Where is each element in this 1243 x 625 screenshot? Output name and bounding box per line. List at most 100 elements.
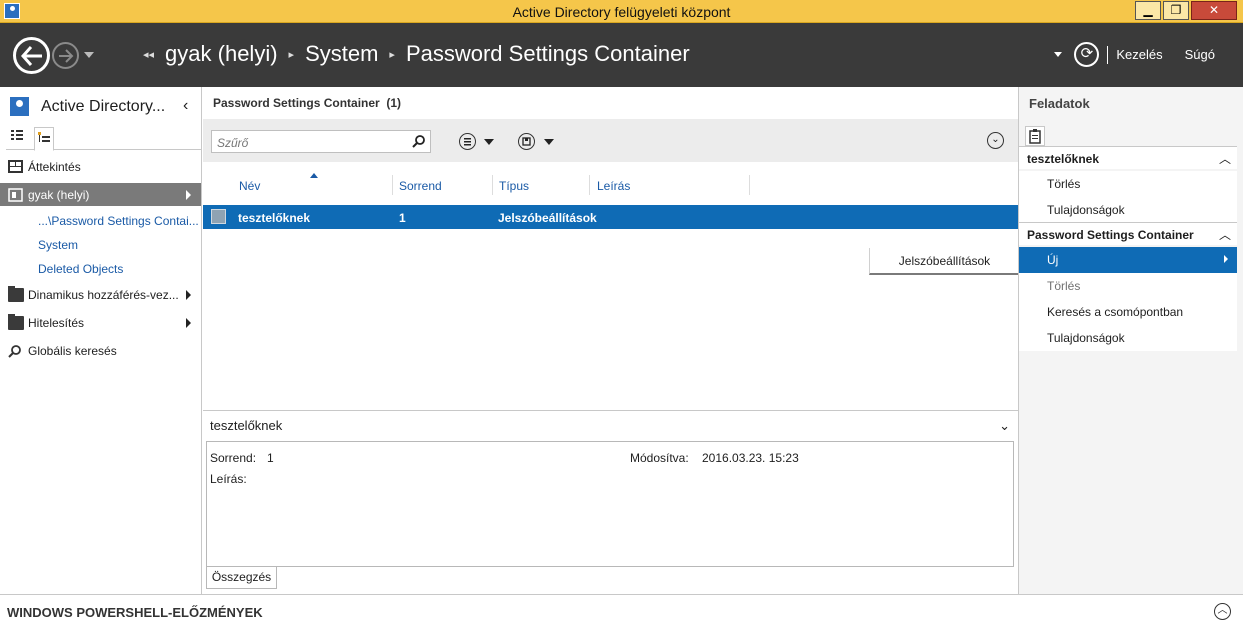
filter-input[interactable]: Szűrő xyxy=(211,130,431,153)
list-options-icon xyxy=(464,138,471,146)
collapse-section-icon[interactable]: ︿ xyxy=(1219,226,1231,243)
sidebar-item-overview[interactable]: Áttekintés xyxy=(0,155,201,178)
sort-ascending-icon xyxy=(310,173,318,178)
column-header-name[interactable]: Név xyxy=(239,179,260,193)
description-label: Leírás: xyxy=(210,472,247,486)
task-properties-container[interactable]: Tulajdonságok xyxy=(1019,325,1237,351)
tasks-title: Feladatok xyxy=(1029,96,1090,111)
cell-type: Jelszóbeállítások xyxy=(498,211,597,225)
column-header-type[interactable]: Típus xyxy=(499,179,529,193)
chevron-down-icon[interactable] xyxy=(484,139,494,145)
tab-summary[interactable]: Összegzés xyxy=(206,567,277,589)
column-divider[interactable] xyxy=(589,175,590,195)
context-menu-item-password-settings[interactable]: Jelszóbeállítások xyxy=(869,248,1019,275)
minimize-button[interactable]: ▁ xyxy=(1135,1,1161,20)
collapse-section-icon[interactable]: ︿ xyxy=(1219,150,1231,167)
expand-query-button[interactable]: ⌄ xyxy=(987,132,1004,149)
list-view-tab[interactable] xyxy=(10,128,30,148)
sidebar-item-label: Hitelesítés xyxy=(28,315,85,330)
order-value: 1 xyxy=(267,451,274,465)
help-menu[interactable]: Súgó xyxy=(1185,47,1215,62)
folder-icon xyxy=(8,313,24,330)
tasks-section-container[interactable]: Password Settings Container ︿ xyxy=(1019,222,1237,245)
section-title: Password Settings Container xyxy=(1027,228,1194,242)
save-query-button[interactable] xyxy=(518,133,535,150)
powershell-history-title: WINDOWS POWERSHELL-ELŐZMÉNYEK xyxy=(7,605,263,620)
tasks-pane: Feladatok tesztelőknek ︿ Törlés Tulajdon… xyxy=(1018,87,1243,594)
breadcrumb-item-system[interactable]: System xyxy=(305,41,378,67)
breadcrumb-item-domain[interactable]: gyak (helyi) xyxy=(165,41,277,67)
filter-placeholder: Szűrő xyxy=(217,136,249,150)
forward-arrow-icon xyxy=(59,49,74,63)
expand-up-icon[interactable]: ︿ xyxy=(1214,603,1231,620)
navigation-pane: Active Directory... ‹ Áttekintés gyak (h… xyxy=(0,87,202,594)
save-icon xyxy=(522,137,531,146)
window-title: Active Directory felügyeleti központ xyxy=(512,4,731,20)
folder-icon xyxy=(8,285,24,302)
sidebar-item-password-settings[interactable]: ...\Password Settings Contai... xyxy=(38,214,199,228)
divider xyxy=(1107,45,1109,64)
list-toolbar: Szűrő ⌄ xyxy=(203,119,1018,162)
history-dropdown-icon[interactable] xyxy=(84,52,94,58)
clipboard-icon[interactable] xyxy=(1025,126,1045,146)
cell-name: tesztelőknek xyxy=(238,211,311,225)
chevron-down-icon[interactable] xyxy=(1054,52,1063,57)
tree-view-tab[interactable] xyxy=(34,127,54,151)
sidebar-item-label: Dinamikus hozzáférés-vez... xyxy=(28,287,179,302)
column-header-order[interactable]: Sorrend xyxy=(399,179,442,193)
task-properties-object[interactable]: Tulajdonságok xyxy=(1019,197,1237,223)
sidebar-item-global-search[interactable]: Globális keresés xyxy=(0,339,201,362)
details-title: tesztelőknek xyxy=(210,418,283,433)
password-settings-icon xyxy=(211,209,226,224)
forward-button[interactable] xyxy=(52,42,79,69)
refresh-icon[interactable]: ⟳ xyxy=(1074,42,1100,67)
expand-arrow-icon[interactable] xyxy=(186,290,191,300)
details-pane: tesztelőknek ⌄ Sorrend: 1 Módosítva: 201… xyxy=(203,410,1018,594)
table-row[interactable]: tesztelőknek 1 Jelszóbeállítások xyxy=(203,205,1018,229)
list-title: Password Settings Container (1) xyxy=(213,96,401,110)
breadcrumb-separator-icon[interactable]: ▸ xyxy=(289,48,295,61)
chevron-down-icon[interactable] xyxy=(544,139,554,145)
breadcrumb: ◂◂ gyak (helyi) ▸ System ▸ Password Sett… xyxy=(132,41,690,67)
sidebar-item-system[interactable]: System xyxy=(38,238,78,252)
list-count: (1) xyxy=(386,96,402,110)
navigation-view-tabs xyxy=(6,124,202,151)
close-button[interactable]: ✕ xyxy=(1191,1,1237,20)
sidebar-item-authentication[interactable]: Hitelesítés xyxy=(0,311,201,334)
back-button[interactable] xyxy=(13,37,50,74)
powershell-history-bar[interactable]: WINDOWS POWERSHELL-ELŐZMÉNYEK ︿ xyxy=(0,594,1243,625)
sidebar-item-domain[interactable]: gyak (helyi) xyxy=(0,183,201,206)
window-controls: ▁ ❐ ✕ xyxy=(1133,1,1237,20)
task-delete-object[interactable]: Törlés xyxy=(1019,171,1237,197)
view-options-button[interactable] xyxy=(459,133,476,150)
modified-value: 2016.03.23. 15:23 xyxy=(702,451,799,465)
task-search-in-node[interactable]: Keresés a csomópontban xyxy=(1019,299,1237,325)
active-directory-icon xyxy=(10,97,29,116)
sidebar-item-label: Áttekintés xyxy=(28,159,81,174)
task-label: Törlés xyxy=(1047,279,1081,293)
maximize-button[interactable]: ❐ xyxy=(1163,1,1189,20)
task-label: Tulajdonságok xyxy=(1047,331,1125,345)
list-view-icon xyxy=(11,130,23,140)
back-arrow-icon xyxy=(20,46,42,66)
breadcrumb-item-container[interactable]: Password Settings Container xyxy=(406,41,690,67)
column-divider[interactable] xyxy=(749,175,750,195)
task-label: Tulajdonságok xyxy=(1047,203,1125,217)
search-icon[interactable] xyxy=(412,134,426,148)
sidebar-item-dynamic-access[interactable]: Dinamikus hozzáférés-vez... xyxy=(0,283,201,306)
chevron-down-icon[interactable]: ⌄ xyxy=(999,418,1010,434)
breadcrumb-separator-icon[interactable]: ▸ xyxy=(389,48,395,61)
column-divider[interactable] xyxy=(492,175,493,195)
task-new[interactable]: Új xyxy=(1019,247,1237,273)
manage-menu[interactable]: Kezelés xyxy=(1116,47,1162,62)
column-divider[interactable] xyxy=(392,175,393,195)
sidebar-item-deleted-objects[interactable]: Deleted Objects xyxy=(38,262,123,276)
collapse-pane-icon[interactable]: ‹ xyxy=(183,97,188,115)
modified-label: Módosítva: xyxy=(630,451,689,465)
expand-arrow-icon[interactable] xyxy=(186,318,191,328)
column-header-description[interactable]: Leírás xyxy=(597,179,630,193)
tasks-section-object[interactable]: tesztelőknek ︿ xyxy=(1019,146,1237,169)
expand-arrow-icon[interactable] xyxy=(186,190,191,200)
breadcrumb-overflow-icon[interactable]: ◂◂ xyxy=(143,48,154,61)
domain-icon xyxy=(8,187,24,202)
